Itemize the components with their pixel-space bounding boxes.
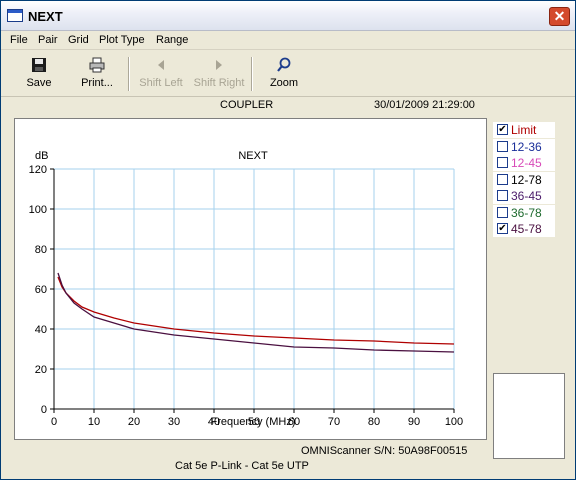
next-chart: 0 10 20 30 40 50 60 70 80 90 100020406080100120dB N… — [29, 150, 464, 428]
toolbar: Save Print... Shift Left Shift Right Zoo… — [1, 51, 575, 97]
window-icon — [7, 9, 23, 22]
title-bar[interactable]: NEXT ✕ — [1, 1, 575, 31]
menu-grid[interactable]: Grid — [68, 34, 89, 46]
legend-label: 12-78 — [511, 172, 542, 187]
zoom-button[interactable]: Zoom — [264, 55, 304, 93]
x-tick-label: 0 — [51, 416, 57, 428]
chart-title: NEXT — [238, 150, 268, 162]
legend-item-12-36[interactable]: 12-36 — [493, 138, 555, 155]
legend-label: 36-45 — [511, 189, 542, 203]
legend-checkbox[interactable] — [497, 190, 508, 201]
legend-label: Limit — [511, 123, 537, 137]
x-axis-label: Frequency (MHz) — [211, 416, 296, 428]
x-tick-label: 100 — [445, 416, 463, 428]
close-button[interactable]: ✕ — [549, 7, 570, 26]
arrow-right-icon — [216, 60, 222, 70]
menu-range[interactable]: Range — [156, 34, 188, 46]
x-tick-label: 70 — [328, 416, 340, 428]
menu-bar: File Pair Grid Plot Type Range — [1, 31, 575, 50]
legend-item-36-78[interactable]: 36-78 — [493, 204, 555, 221]
y-tick-label: 120 — [29, 164, 47, 176]
legend-checkbox[interactable] — [497, 157, 508, 168]
y-tick-label: 40 — [35, 324, 47, 336]
cable-info: Cat 5e P-Link - Cat 5e UTP — [175, 460, 309, 472]
print-label: Print... — [81, 77, 113, 89]
floppy-disk-icon — [32, 58, 46, 72]
save-label: Save — [26, 77, 52, 89]
magnifier-icon — [277, 57, 291, 72]
y-tick-label: 20 — [35, 364, 47, 376]
y-tick-label: 60 — [35, 284, 47, 296]
shift-right-button[interactable]: Shift Right — [192, 55, 246, 93]
legend-label: 36-78 — [511, 205, 542, 220]
legend-item-12-45[interactable]: 12-45 — [493, 155, 555, 171]
legend-checkbox[interactable] — [497, 206, 508, 218]
legend-item-45-78[interactable]: 45-78 — [493, 221, 555, 237]
legend-item-36-45[interactable]: 36-45 — [493, 188, 555, 204]
legend-checkbox[interactable] — [497, 173, 508, 185]
info-box — [493, 373, 565, 459]
print-button[interactable]: Print... — [75, 55, 119, 93]
menu-file[interactable]: File — [10, 34, 28, 46]
x-tick-label: 10 — [88, 416, 100, 428]
legend-item-limit[interactable]: Limit — [493, 122, 555, 138]
series-line-45-78 — [57, 272, 455, 353]
y-tick-label: 80 — [35, 244, 47, 256]
shift-left-label: Shift Left — [139, 77, 183, 89]
y-tick-label: 100 — [29, 204, 47, 216]
printer-icon — [89, 57, 105, 73]
menu-pair[interactable]: Pair — [38, 34, 58, 46]
legend-checkbox[interactable] — [497, 140, 508, 152]
y-tick-label: 0 — [41, 404, 47, 416]
save-button[interactable]: Save — [17, 55, 61, 93]
legend-checkbox[interactable] — [497, 124, 508, 135]
series-line-limit — [57, 276, 455, 345]
legend-label: 12-45 — [511, 156, 542, 170]
toolbar-separator — [251, 57, 253, 91]
app-window: NEXT ✕ File Pair Grid Plot Type Range Sa… — [0, 0, 576, 480]
test-datetime: 30/01/2009 21:29:00 — [374, 99, 475, 111]
pair-legend: Limit 12-36 12-45 12-78 36-45 36-78 45-78 — [493, 122, 555, 238]
zoom-label: Zoom — [269, 77, 299, 89]
y-axis-label: dB — [35, 150, 48, 162]
legend-label: 45-78 — [511, 222, 542, 236]
shift-right-label: Shift Right — [193, 77, 245, 89]
legend-label: 12-36 — [511, 139, 542, 154]
toolbar-separator — [128, 57, 130, 91]
x-tick-label: 20 — [128, 416, 140, 428]
x-tick-label: 80 — [368, 416, 380, 428]
menu-plot-type[interactable]: Plot Type — [99, 34, 145, 46]
test-name: COUPLER — [220, 99, 274, 111]
x-tick-label: 90 — [408, 416, 420, 428]
window-title: NEXT — [28, 9, 63, 24]
legend-item-12-78[interactable]: 12-78 — [493, 171, 555, 188]
shift-left-button[interactable]: Shift Left — [137, 55, 185, 93]
legend-checkbox[interactable] — [497, 223, 508, 234]
arrow-left-icon — [158, 60, 164, 70]
x-tick-label: 30 — [168, 416, 180, 428]
plot-panel: 0 10 20 30 40 50 60 70 80 90 100 0 20 40 60 80 100 120 dB N… — [14, 118, 487, 440]
device-info: OMNIScanner S/N: 50A98F00515 — [301, 445, 468, 457]
